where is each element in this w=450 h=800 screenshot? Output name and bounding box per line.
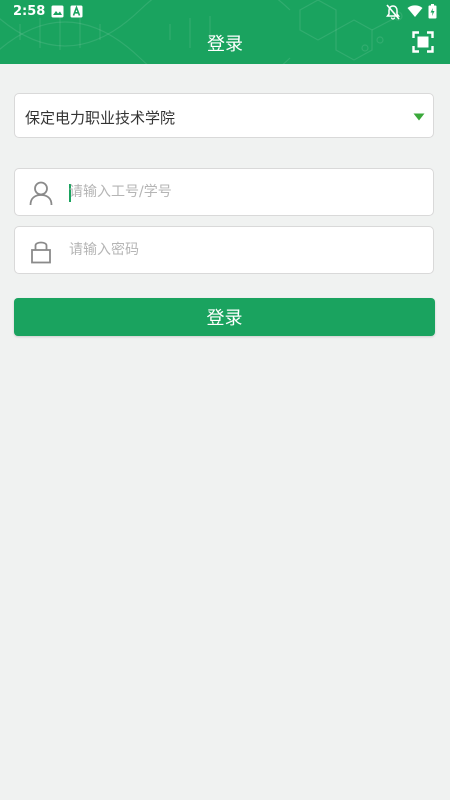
lock-icon [31,241,51,264]
status-bar: 2:58 [0,0,450,24]
scan-icon[interactable] [412,31,434,53]
password-field[interactable] [14,226,434,274]
password-input[interactable] [69,227,419,273]
school-select-value: 保定电力职业技术学院 [25,109,176,127]
wifi-icon [407,5,423,17]
a-letter-icon [70,5,83,18]
page-title: 登录 [207,34,243,55]
app-header: 2:58 登录 [0,0,450,64]
notification-off-icon [386,4,400,20]
user-icon [29,181,53,206]
username-input[interactable] [69,169,419,215]
image-icon [51,5,64,18]
battery-icon [428,4,437,19]
school-select[interactable]: 保定电力职业技术学院 [14,93,434,138]
dropdown-arrow-icon [413,113,425,121]
username-field[interactable] [14,168,434,216]
status-time: 2:58 [13,4,46,19]
login-button[interactable]: 登录 [14,298,435,336]
